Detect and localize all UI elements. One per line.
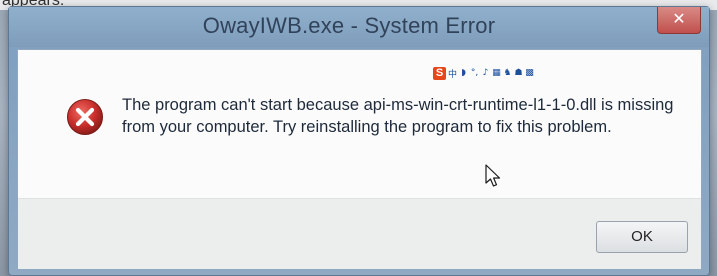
ok-button[interactable]: OK [596,221,688,253]
ime-skin-icon[interactable]: ♞ [503,68,512,78]
ime-tools-icon[interactable]: ▩ [525,68,534,78]
button-area: OK [18,198,701,269]
title-bar[interactable]: OwayIWB.exe - System Error ✕ [9,7,709,47]
message-area: S 中 ◗ °, ♪ ▦ ♞ ☗ ▩ The program can't sta… [18,50,701,198]
error-message: The program can't start because api-ms-w… [122,96,674,136]
ime-chinese-mode-icon[interactable]: 中 [448,67,457,80]
ime-logo-icon[interactable]: S [433,66,446,80]
error-icon [67,99,103,135]
mouse-pointer-icon [485,164,501,187]
system-error-dialog: OwayIWB.exe - System Error ✕ S 中 ◗ °, ♪ … [8,6,710,276]
ime-user-icon[interactable]: ☗ [514,68,523,78]
ime-punctuation-icon[interactable]: °, [470,68,479,78]
ime-moon-icon[interactable]: ◗ [459,68,468,78]
dialog-content: S 中 ◗ °, ♪ ▦ ♞ ☗ ▩ The program can't sta… [17,49,702,269]
window-title: OwayIWB.exe - System Error [202,13,496,38]
ime-toolbar[interactable]: S 中 ◗ °, ♪ ▦ ♞ ☗ ▩ [433,66,534,80]
close-button[interactable]: ✕ [657,7,701,34]
ime-keyboard-icon[interactable]: ▦ [492,68,501,78]
ime-microphone-icon[interactable]: ♪ [481,68,490,78]
